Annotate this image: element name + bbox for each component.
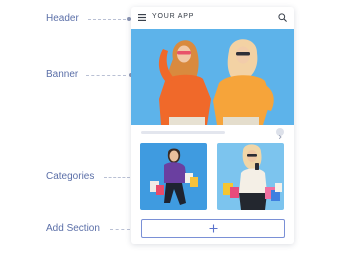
phone-mockup: YOUR APP bbox=[131, 7, 294, 244]
leader-line-header bbox=[88, 19, 126, 20]
plus-icon bbox=[209, 224, 217, 233]
chevron-right-icon[interactable] bbox=[276, 128, 284, 140]
category-photo-2 bbox=[217, 143, 284, 210]
categories-title-placeholder bbox=[141, 131, 225, 134]
leader-line-categories bbox=[104, 177, 130, 178]
app-header: YOUR APP bbox=[131, 7, 294, 29]
annotation-categories: Categories bbox=[46, 171, 95, 182]
search-icon[interactable] bbox=[278, 13, 287, 22]
leader-line-banner bbox=[86, 75, 126, 76]
banner-photo bbox=[131, 29, 294, 125]
annotation-add-section: Add Section bbox=[46, 223, 100, 234]
leader-line-add-section bbox=[110, 229, 130, 230]
add-section-button[interactable] bbox=[141, 219, 285, 238]
category-card-1[interactable] bbox=[140, 143, 207, 210]
banner-image[interactable] bbox=[131, 29, 294, 125]
menu-icon[interactable] bbox=[138, 14, 146, 21]
category-photo-1 bbox=[140, 143, 207, 210]
annotation-header: Header bbox=[46, 13, 79, 24]
category-card-2[interactable] bbox=[217, 143, 284, 210]
app-title: YOUR APP bbox=[152, 13, 195, 20]
annotation-banner: Banner bbox=[46, 69, 79, 80]
